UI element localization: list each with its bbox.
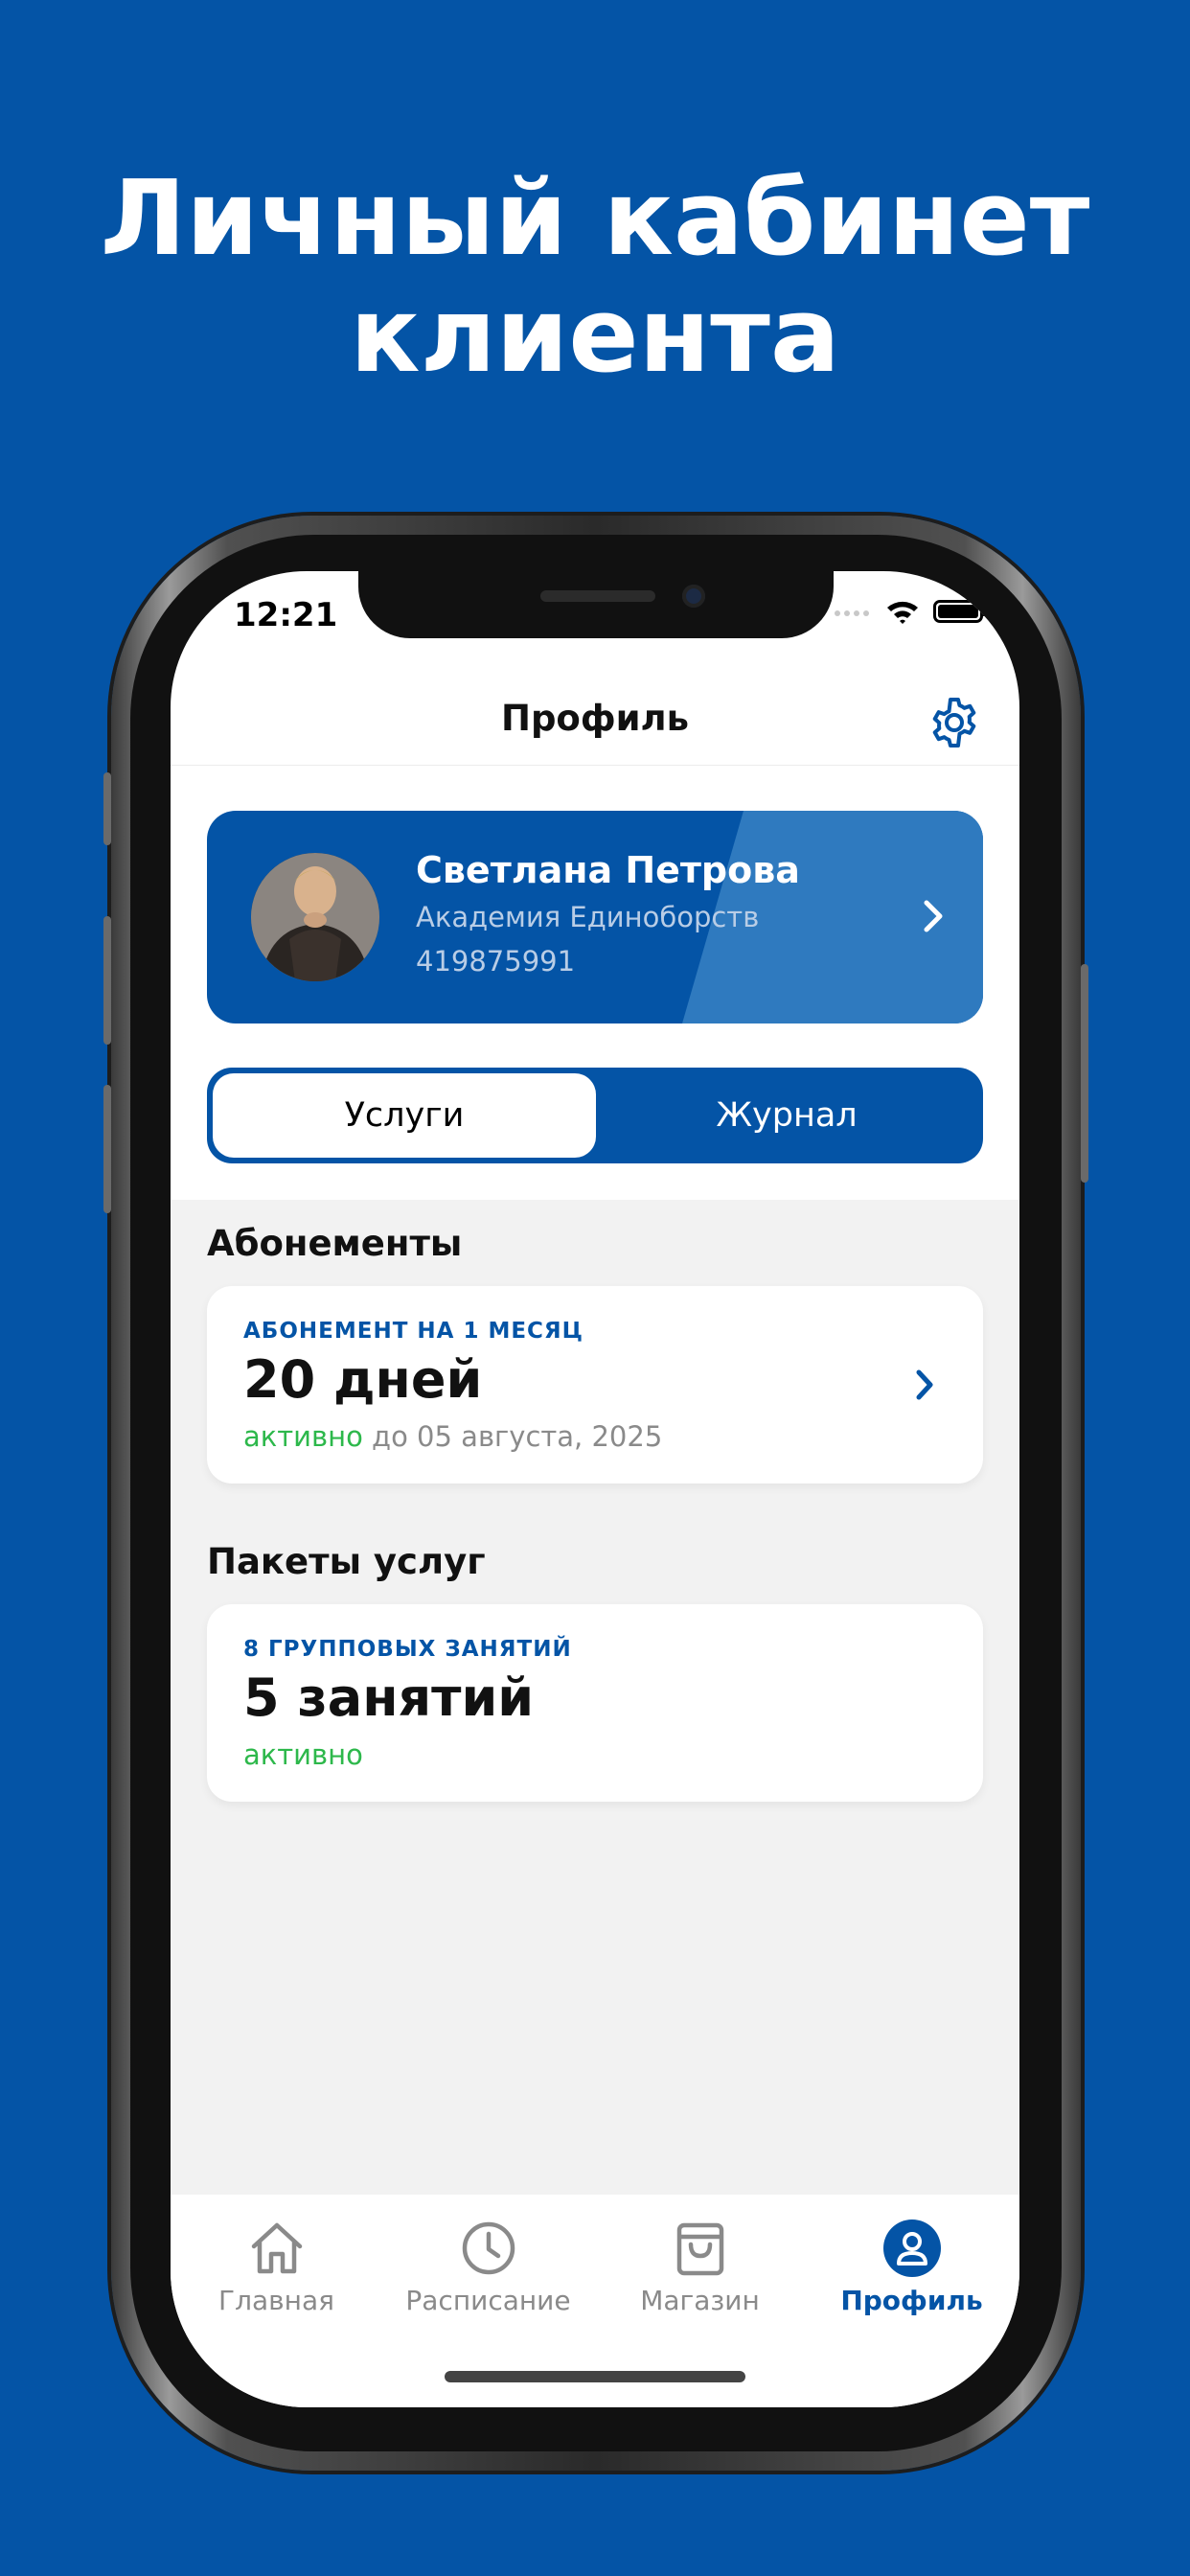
content-area: Абонементы АБОНЕМЕНТ НА 1 МЕСЯЦ 20 дней … xyxy=(171,1200,1019,2195)
volume-down-button xyxy=(103,1085,111,1213)
package-value: 5 занятий xyxy=(243,1668,535,1728)
subscription-status-active: активно xyxy=(243,1420,363,1453)
nav-bar: Профиль xyxy=(171,677,1019,766)
tab-schedule-label: Расписание xyxy=(405,2285,571,2316)
subscription-card[interactable]: АБОНЕМЕНТ НА 1 МЕСЯЦ 20 дней активно до … xyxy=(207,1286,983,1484)
tab-journal[interactable]: Журнал xyxy=(596,1073,977,1158)
signal-icon xyxy=(835,610,869,616)
headline-line-1: Личный кабинет xyxy=(100,159,1090,279)
wifi-icon xyxy=(887,601,918,624)
package-caption: 8 ГРУППОВЫХ ЗАНЯТИЙ xyxy=(243,1637,572,1662)
profile-card[interactable]: Светлана Петрова Академия Единоборств 41… xyxy=(207,811,983,1024)
status-icons xyxy=(834,598,987,625)
battery-icon xyxy=(933,600,987,623)
shopping-bag-icon xyxy=(676,2222,723,2276)
section-title-subscriptions: Абонементы xyxy=(207,1223,463,1264)
status-time: 12:21 xyxy=(234,596,338,634)
subscription-expiry: до 05 августа, 2025 xyxy=(372,1420,663,1453)
home-icon xyxy=(251,2222,302,2274)
tab-shop[interactable]: Магазин xyxy=(594,2218,806,2316)
gear-icon[interactable] xyxy=(927,696,981,749)
segmented-control: Услуги Журнал xyxy=(207,1068,983,1163)
phone-screen: 12:21 Профиль Светлана Петрова Академия … xyxy=(171,571,1019,2407)
avatar xyxy=(251,853,379,981)
package-status: активно xyxy=(243,1738,363,1771)
clock-icon xyxy=(462,2221,515,2275)
profile-name: Светлана Петрова xyxy=(416,849,800,891)
chevron-right-icon xyxy=(924,900,943,932)
notch xyxy=(358,571,834,638)
subscription-caption: АБОНЕМЕНТ НА 1 МЕСЯЦ xyxy=(243,1319,584,1344)
tab-shop-label: Магазин xyxy=(640,2285,760,2316)
tab-services[interactable]: Услуги xyxy=(213,1073,596,1158)
camera xyxy=(682,585,705,608)
page-title: Профиль xyxy=(500,698,689,739)
profile-icon xyxy=(882,2220,941,2277)
tab-schedule[interactable]: Расписание xyxy=(382,2218,594,2316)
tab-home-label: Главная xyxy=(218,2285,334,2316)
speaker xyxy=(540,590,655,602)
section-title-packages: Пакеты услуг xyxy=(207,1541,486,1582)
chevron-right-icon xyxy=(916,1369,933,1400)
package-status-active: активно xyxy=(243,1738,363,1771)
volume-up-button xyxy=(103,916,111,1045)
home-indicator xyxy=(445,2371,745,2382)
profile-id: 419875991 xyxy=(416,945,576,978)
avatar-photo xyxy=(251,853,379,981)
headline: Личный кабинет клиента xyxy=(0,161,1190,395)
tab-home[interactable]: Главная xyxy=(171,2218,382,2316)
headline-line-2: клиента xyxy=(350,276,840,396)
subscription-value: 20 дней xyxy=(243,1349,483,1410)
subscription-status: активно до 05 августа, 2025 xyxy=(243,1420,662,1453)
tab-profile-label: Профиль xyxy=(840,2285,983,2316)
profile-organization: Академия Единоборств xyxy=(416,901,760,933)
mute-switch xyxy=(103,772,111,845)
tab-bar: Главная Расписание Магазин Профиль xyxy=(171,2195,1019,2407)
power-button xyxy=(1081,964,1088,1183)
tab-profile[interactable]: Профиль xyxy=(806,2218,1018,2316)
package-card[interactable]: 8 ГРУППОВЫХ ЗАНЯТИЙ 5 занятий активно xyxy=(207,1604,983,1802)
